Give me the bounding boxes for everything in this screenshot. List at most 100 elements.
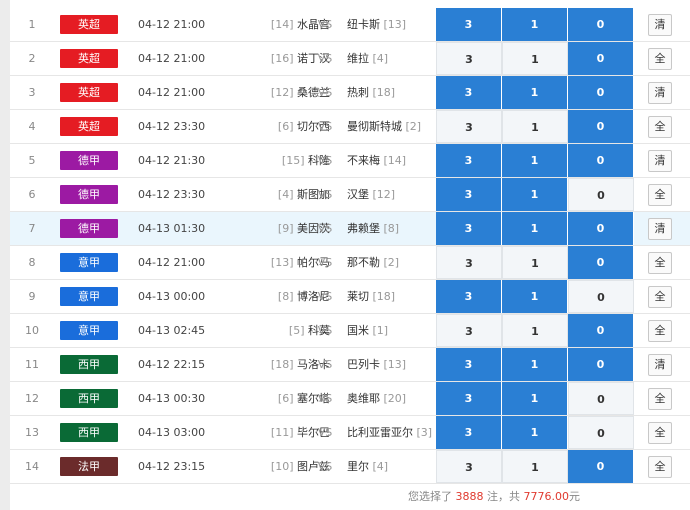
away-rank: [14] bbox=[383, 154, 407, 167]
league-badge: 英超 bbox=[60, 117, 118, 136]
odds-draw-button[interactable]: 1 bbox=[502, 42, 568, 75]
away-team-name: 巴列卡 bbox=[347, 358, 380, 371]
odds-lose-button[interactable]: 0 bbox=[568, 450, 634, 483]
away-team-name: 国米 bbox=[347, 324, 369, 337]
odds-win-button[interactable]: 3 bbox=[436, 246, 502, 279]
odds-draw-button[interactable]: 1 bbox=[502, 246, 568, 279]
odds-lose-button[interactable]: 0 bbox=[568, 110, 634, 143]
odds-draw-button[interactable]: 1 bbox=[502, 382, 568, 415]
odds-draw-button[interactable]: 1 bbox=[502, 450, 568, 483]
odds-draw-button[interactable]: 1 bbox=[502, 178, 568, 211]
select-all-button[interactable]: 全 bbox=[648, 116, 672, 138]
select-all-button[interactable]: 全 bbox=[648, 422, 672, 444]
odds-win-button[interactable]: 3 bbox=[436, 416, 502, 449]
odds-draw-button[interactable]: 1 bbox=[502, 8, 568, 41]
odds-draw-button[interactable]: 1 bbox=[502, 76, 568, 109]
odds-lose-button[interactable]: 0 bbox=[568, 382, 634, 415]
away-rank: [4] bbox=[372, 460, 389, 473]
league-badge: 英超 bbox=[60, 49, 118, 68]
vs-label: VS bbox=[317, 154, 333, 167]
select-all-button[interactable]: 全 bbox=[648, 184, 672, 206]
league-badge: 法甲 bbox=[60, 457, 118, 476]
vs-label: VS bbox=[317, 52, 333, 65]
odds-win-button[interactable]: 3 bbox=[436, 144, 502, 177]
clear-button[interactable]: 清 bbox=[648, 82, 672, 104]
odds-lose-button[interactable]: 0 bbox=[568, 314, 634, 347]
odds-win-button[interactable]: 3 bbox=[436, 450, 502, 483]
odds-lose-button[interactable]: 0 bbox=[568, 246, 634, 279]
league-badge: 西甲 bbox=[60, 389, 118, 408]
away-team-name: 汉堡 bbox=[347, 188, 369, 201]
odds-lose-button[interactable]: 0 bbox=[568, 8, 634, 41]
odds-lose-button[interactable]: 0 bbox=[568, 42, 634, 75]
home-rank: [10] bbox=[270, 460, 294, 473]
vs-label: VS bbox=[317, 426, 333, 439]
table-row: 10 意甲 04-13 02:45 [5] 科莫 VS 国米 [1] 3 1 0 全 bbox=[10, 314, 690, 348]
clear-button[interactable]: 清 bbox=[648, 218, 672, 240]
odds-draw-button[interactable]: 1 bbox=[502, 144, 568, 177]
odds-lose-button[interactable]: 0 bbox=[568, 348, 634, 381]
match-number: 12 bbox=[25, 392, 39, 405]
table-row: 13 西甲 04-13 03:00 [11] 毕尔巴 VS 比利亚雷亚尔 [3] 3 1 0 全 bbox=[10, 416, 690, 450]
away-team-name: 莱切 bbox=[347, 290, 369, 303]
away-team-name: 里尔 bbox=[347, 460, 369, 473]
table-row: 6 德甲 04-12 23:30 [4] 斯图加 VS 汉堡 [12] 3 1 0 全 bbox=[10, 178, 690, 212]
odds-lose-button[interactable]: 0 bbox=[568, 144, 634, 177]
away-rank: [8] bbox=[383, 222, 400, 235]
odds-draw-button[interactable]: 1 bbox=[502, 280, 568, 313]
away-team-name: 维拉 bbox=[347, 52, 369, 65]
home-rank: [11] bbox=[270, 426, 294, 439]
away-rank: [13] bbox=[383, 18, 407, 31]
vs-label: VS bbox=[317, 86, 333, 99]
odds-win-button[interactable]: 3 bbox=[436, 314, 502, 347]
odds-draw-button[interactable]: 1 bbox=[502, 110, 568, 143]
odds-win-button[interactable]: 3 bbox=[436, 178, 502, 211]
odds-lose-button[interactable]: 0 bbox=[568, 416, 634, 449]
odds-win-button[interactable]: 3 bbox=[436, 110, 502, 143]
odds-draw-button[interactable]: 1 bbox=[502, 314, 568, 347]
home-rank: [18] bbox=[270, 358, 294, 371]
odds-lose-button[interactable]: 0 bbox=[568, 178, 634, 211]
odds-lose-button[interactable]: 0 bbox=[568, 212, 634, 245]
odds-win-button[interactable]: 3 bbox=[436, 280, 502, 313]
match-time: 04-12 23:30 bbox=[138, 120, 206, 133]
league-badge: 英超 bbox=[60, 15, 118, 34]
odds-lose-button[interactable]: 0 bbox=[568, 280, 634, 313]
odds-lose-button[interactable]: 0 bbox=[568, 76, 634, 109]
away-team-name: 纽卡斯 bbox=[347, 18, 380, 31]
select-all-button[interactable]: 全 bbox=[648, 388, 672, 410]
select-all-button[interactable]: 全 bbox=[648, 48, 672, 70]
vs-label: VS bbox=[317, 460, 333, 473]
select-all-button[interactable]: 全 bbox=[648, 320, 672, 342]
match-number: 8 bbox=[28, 256, 36, 269]
vs-label: VS bbox=[317, 222, 333, 235]
away-rank: [2] bbox=[383, 256, 400, 269]
odds-draw-button[interactable]: 1 bbox=[502, 212, 568, 245]
clear-button[interactable]: 清 bbox=[648, 14, 672, 36]
away-rank: [12] bbox=[372, 188, 396, 201]
odds-win-button[interactable]: 3 bbox=[436, 348, 502, 381]
odds-win-button[interactable]: 3 bbox=[436, 76, 502, 109]
select-all-button[interactable]: 全 bbox=[648, 456, 672, 478]
league-badge: 德甲 bbox=[60, 151, 118, 170]
odds-win-button[interactable]: 3 bbox=[436, 382, 502, 415]
home-rank: [6] bbox=[277, 120, 294, 133]
bet-count: 3888 bbox=[455, 490, 484, 503]
select-all-button[interactable]: 全 bbox=[648, 286, 672, 308]
table-row: 7 德甲 04-13 01:30 [9] 美因茨 VS 弗赖堡 [8] 3 1 0 清 bbox=[10, 212, 690, 246]
odds-win-button[interactable]: 3 bbox=[436, 212, 502, 245]
odds-win-button[interactable]: 3 bbox=[436, 8, 502, 41]
odds-draw-button[interactable]: 1 bbox=[502, 348, 568, 381]
clear-button[interactable]: 清 bbox=[648, 354, 672, 376]
odds-draw-button[interactable]: 1 bbox=[502, 416, 568, 449]
clear-button[interactable]: 清 bbox=[648, 150, 672, 172]
league-badge: 意甲 bbox=[60, 287, 118, 306]
home-rank: [15] bbox=[281, 154, 305, 167]
odds-win-button[interactable]: 3 bbox=[436, 42, 502, 75]
select-all-button[interactable]: 全 bbox=[648, 252, 672, 274]
match-number: 13 bbox=[25, 426, 39, 439]
match-time: 04-12 21:30 bbox=[138, 154, 206, 167]
table-row: 9 意甲 04-13 00:00 [8] 博洛尼 VS 莱切 [18] 3 1 0 全 bbox=[10, 280, 690, 314]
table-row: 12 西甲 04-13 00:30 [6] 塞尔塔 VS 奥维耶 [20] 3 1 0 全 bbox=[10, 382, 690, 416]
match-number: 7 bbox=[28, 222, 36, 235]
